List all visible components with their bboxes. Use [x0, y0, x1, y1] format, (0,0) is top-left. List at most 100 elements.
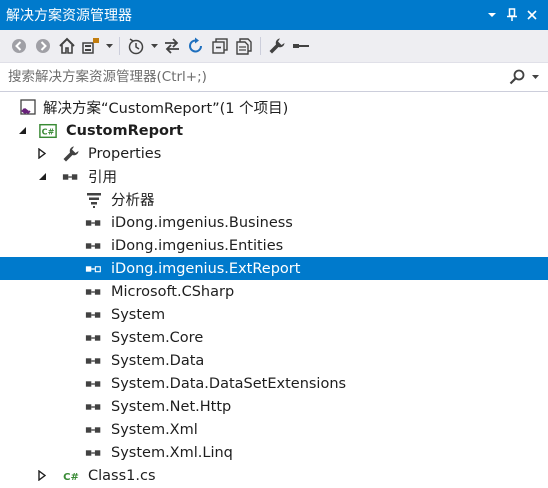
tree-node-solution[interactable]: 解决方案“CustomReport”(1 个项目) [0, 96, 548, 119]
analyzers-label: 分析器 [111, 193, 155, 209]
reference-item[interactable]: System [0, 303, 548, 326]
reference-item[interactable]: iDong.imgenius.Business [0, 211, 548, 234]
solution-label: 解决方案“CustomReport”(1 个项目) [43, 101, 289, 117]
reference-icon [85, 329, 103, 347]
csharp-file-icon: C# [62, 467, 80, 485]
close-icon [527, 10, 537, 20]
reference-icon [85, 352, 103, 370]
auto-hide-pin-button[interactable] [502, 3, 522, 27]
wrench-icon [269, 38, 285, 54]
back-icon [12, 39, 26, 53]
collapse-all-button[interactable] [209, 35, 231, 57]
refresh-button[interactable] [185, 35, 207, 57]
reference-label: System.Core [111, 329, 204, 346]
reference-icon [85, 260, 103, 278]
show-all-files-icon [236, 38, 252, 55]
reference-item[interactable]: Microsoft.CSharp [0, 280, 548, 303]
reference-label: System.Data [111, 352, 205, 369]
reference-label: iDong.imgenius.ExtReport [111, 260, 301, 277]
switch-views-button[interactable] [80, 35, 102, 57]
reference-label: System.Xml.Linq [111, 444, 233, 461]
svg-text:C#: C# [42, 126, 55, 136]
search-icon [509, 69, 525, 85]
pending-changes-filter-icon [128, 38, 144, 55]
pin-icon [507, 8, 517, 21]
reference-item[interactable]: System.Xml [0, 418, 548, 441]
svg-text:C#: C# [63, 472, 79, 483]
close-button[interactable] [522, 3, 542, 27]
sync-icon [165, 38, 179, 54]
reference-item[interactable]: System.Net.Http [0, 395, 548, 418]
switch-views-icon [82, 38, 99, 54]
tree-node-analyzers[interactable]: 分析器 [0, 188, 548, 211]
panel-title: 解决方案资源管理器 [6, 8, 132, 24]
chevron-down-icon [531, 75, 539, 79]
tree-node-project[interactable]: C# CustomReport [0, 119, 548, 142]
csharp-project-icon: C# [39, 122, 57, 140]
solution-explorer-toolbar [0, 30, 548, 62]
wrench-icon [62, 145, 80, 163]
forward-button[interactable] [32, 35, 54, 57]
chevron-down-icon [105, 44, 113, 48]
reference-icon [85, 306, 103, 324]
reference-label: System.Xml [111, 421, 198, 438]
reference-item[interactable]: iDong.imgenius.Entities [0, 234, 548, 257]
reference-item[interactable]: System.Data.DataSetExtensions [0, 372, 548, 395]
reference-item-selected[interactable]: iDong.imgenius.ExtReport [0, 257, 548, 280]
reference-label: System.Net.Http [111, 398, 232, 415]
reference-item[interactable]: System.Core [0, 326, 548, 349]
reference-icon [85, 398, 103, 416]
properties-button[interactable] [266, 35, 288, 57]
pending-changes-filter-button[interactable] [125, 35, 147, 57]
toolbar-separator [119, 37, 120, 55]
project-label: CustomReport [66, 122, 184, 139]
search-options-dropdown[interactable] [528, 66, 542, 88]
reference-item[interactable]: System.Data [0, 349, 548, 372]
expanded-arrow-icon[interactable] [36, 171, 48, 183]
reference-icon [85, 214, 103, 232]
chevron-down-icon [488, 13, 496, 17]
window-position-dropdown-button[interactable] [482, 3, 502, 27]
reference-label: iDong.imgenius.Business [111, 214, 293, 231]
references-label: 引用 [88, 170, 117, 186]
chevron-down-icon [150, 44, 158, 48]
reference-icon [85, 444, 103, 462]
reference-icon [85, 375, 103, 393]
reference-label: System.Data.DataSetExtensions [111, 375, 347, 392]
reference-label: iDong.imgenius.Entities [111, 237, 284, 254]
title-buttons [482, 0, 548, 30]
pending-changes-filter-dropdown[interactable] [149, 35, 159, 57]
reference-icon [62, 168, 80, 186]
tree-node-properties[interactable]: Properties [0, 142, 548, 165]
search-bar [0, 62, 548, 92]
solution-icon [19, 98, 37, 117]
home-icon [59, 37, 75, 54]
show-all-files-button[interactable] [233, 35, 255, 57]
analyzer-icon [85, 191, 103, 209]
preview-selected-items-button[interactable] [290, 35, 312, 57]
preview-icon [293, 44, 309, 48]
search-input[interactable] [0, 63, 506, 91]
properties-label: Properties [88, 145, 162, 162]
toolbar-separator [260, 37, 261, 55]
home-button[interactable] [56, 35, 78, 57]
search-button[interactable] [506, 66, 528, 88]
reference-label: Microsoft.CSharp [111, 283, 235, 300]
reference-icon [85, 421, 103, 439]
refresh-icon [189, 37, 202, 53]
class-file-label: Class1.cs [88, 467, 156, 484]
back-button[interactable] [8, 35, 30, 57]
panel-title-bar: 解决方案资源管理器 [0, 0, 548, 30]
reference-label: System [111, 306, 166, 323]
collapse-all-icon [212, 38, 228, 54]
reference-item[interactable]: System.Xml.Linq [0, 441, 548, 464]
expanded-arrow-icon[interactable] [16, 125, 28, 137]
collapsed-arrow-icon[interactable] [36, 148, 48, 160]
forward-icon [36, 39, 50, 53]
reference-icon [85, 283, 103, 301]
switch-views-dropdown[interactable] [104, 35, 114, 57]
collapsed-arrow-icon[interactable] [36, 470, 48, 482]
tree-node-class-file[interactable]: C# Class1.cs [0, 464, 548, 487]
sync-with-active-document-button[interactable] [161, 35, 183, 57]
tree-node-references[interactable]: 引用 [0, 165, 548, 188]
